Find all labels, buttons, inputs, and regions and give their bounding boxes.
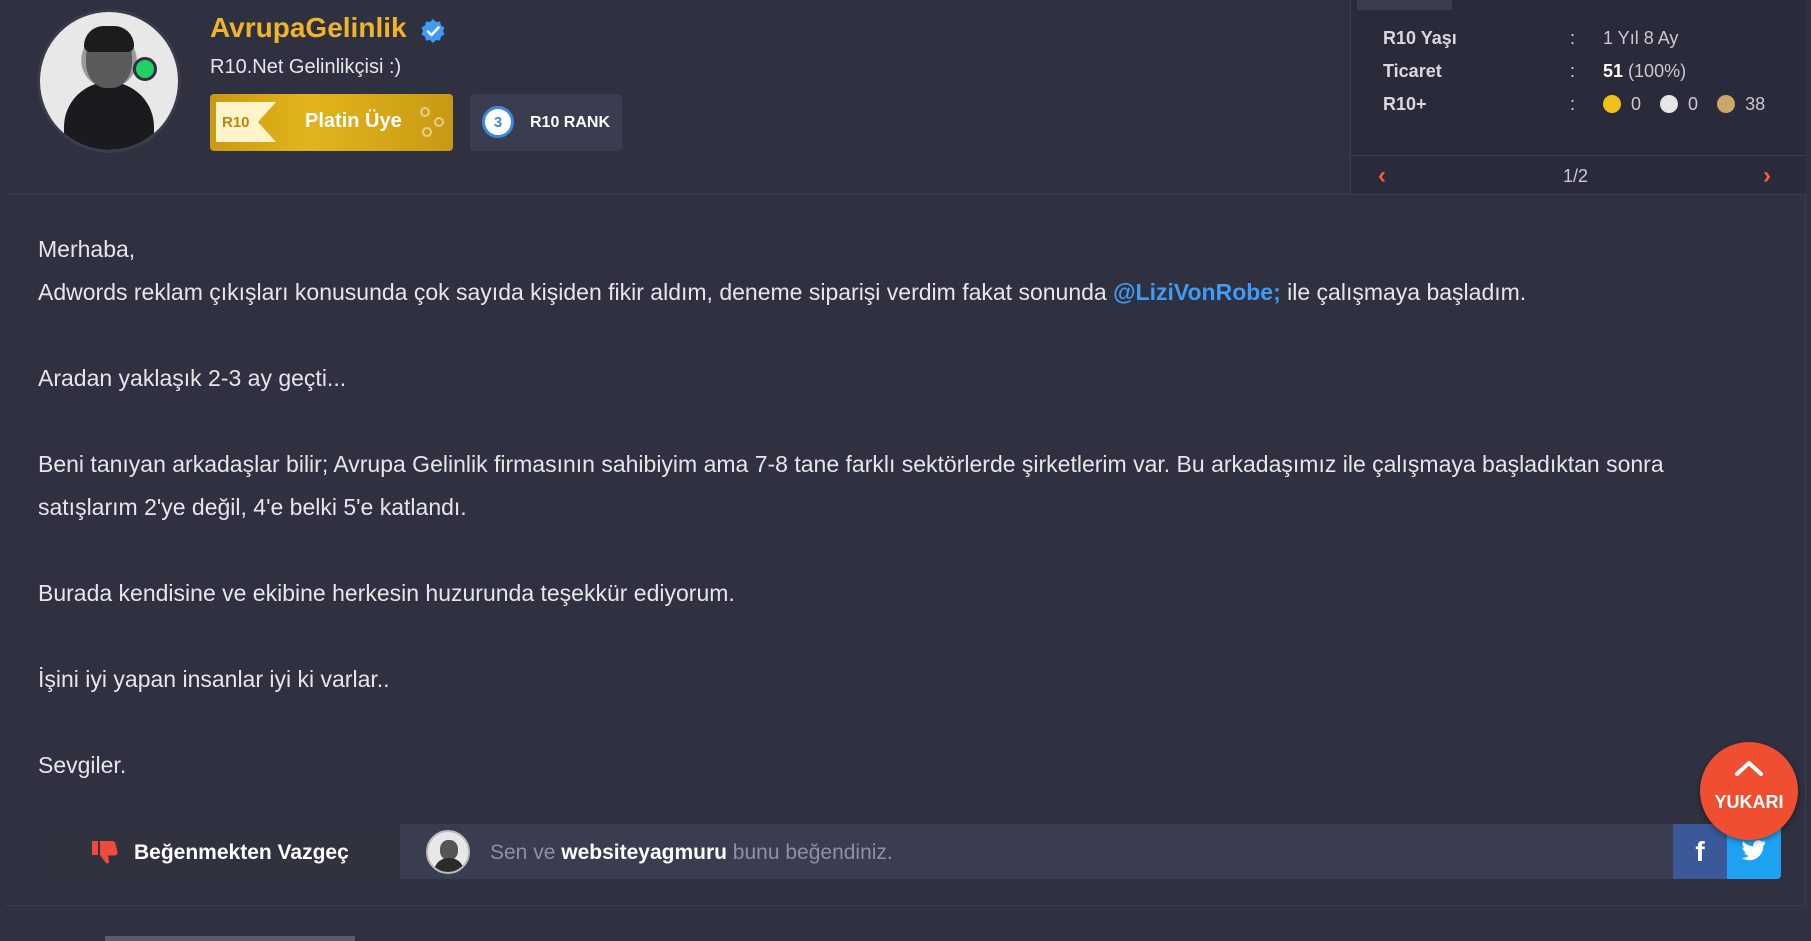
r10-rank-badge[interactable]: 3 R10 RANK — [470, 94, 622, 151]
post-header: AvrupaGelinlik R10.Net Gelinlikçisi :) R… — [5, 0, 1806, 195]
silver-medal-icon — [1660, 95, 1679, 113]
post-line: Sevgiler. — [38, 752, 127, 778]
stats-tab[interactable] — [1357, 0, 1452, 10]
liker-username-link[interactable]: websiteyagmuru — [561, 841, 727, 864]
next-arrow-icon[interactable]: › — [1763, 162, 1771, 190]
forum-post: AvrupaGelinlik R10.Net Gelinlikçisi :) R… — [5, 0, 1806, 905]
r10-tag: R10 — [216, 102, 276, 142]
prev-arrow-icon[interactable]: ‹ — [1378, 162, 1386, 190]
online-status-indicator — [133, 57, 157, 81]
post-line: Merhaba, — [38, 236, 136, 262]
username-link[interactable]: AvrupaGelinlik — [210, 12, 407, 44]
bronze-medal-icon — [1717, 95, 1736, 113]
post-actions-bar: Beğenmekten Vazgeç Sen ve websiteyagmuru… — [38, 824, 1781, 879]
platin-member-badge[interactable]: R10 Platin Üye — [210, 94, 453, 151]
liker-avatar[interactable] — [426, 830, 470, 874]
unlike-button[interactable]: Beğenmekten Vazgeç — [38, 824, 400, 879]
post-line: Adwords reklam çıkışları konusunda çok s… — [38, 279, 1527, 305]
thumbs-down-icon — [92, 841, 118, 864]
post-line: Beni tanıyan arkadaşlar bilir; Avrupa Ge… — [38, 451, 1664, 520]
post-content: Merhaba, Adwords reklam çıkışları konusu… — [38, 228, 1758, 787]
user-mention-link[interactable]: @LiziVonRobe; — [1113, 279, 1281, 305]
likes-summary: Sen ve websiteyagmuru bunu beğendiniz. — [490, 841, 893, 864]
stats-pager: ‹ 1/2 › — [1351, 155, 1806, 195]
decoration-icon — [420, 107, 444, 137]
pager-count: 1/2 — [1563, 166, 1589, 186]
gold-medal-icon — [1603, 95, 1621, 113]
facebook-share-icon[interactable]: f — [1673, 824, 1727, 879]
post-line: Aradan yaklaşık 2-3 ay geçti... — [38, 365, 347, 391]
verified-badge-icon — [421, 19, 445, 43]
post-line: İşini iyi yapan insanlar iyi ki varlar.. — [38, 666, 390, 692]
post-line: Burada kendisine ve ekibine herkesin huz… — [38, 580, 735, 606]
platin-label: Platin Üye — [305, 110, 402, 132]
user-avatar[interactable] — [40, 12, 178, 150]
user-title: R10.Net Gelinlikçisi :) — [210, 56, 402, 78]
scroll-to-top-button[interactable]: YUKARI — [1700, 742, 1798, 840]
rank-label: R10 RANK — [530, 114, 611, 131]
chevron-up-icon — [1735, 761, 1763, 776]
horizontal-scrollbar[interactable] — [105, 936, 355, 941]
user-stats-panel: R10 Yaşı : 1 Yıl 8 Ay Ticaret : 51 (100%… — [1350, 0, 1806, 194]
divider — [5, 905, 1805, 906]
avatar — [40, 12, 178, 150]
rank-number: 3 — [482, 106, 514, 138]
